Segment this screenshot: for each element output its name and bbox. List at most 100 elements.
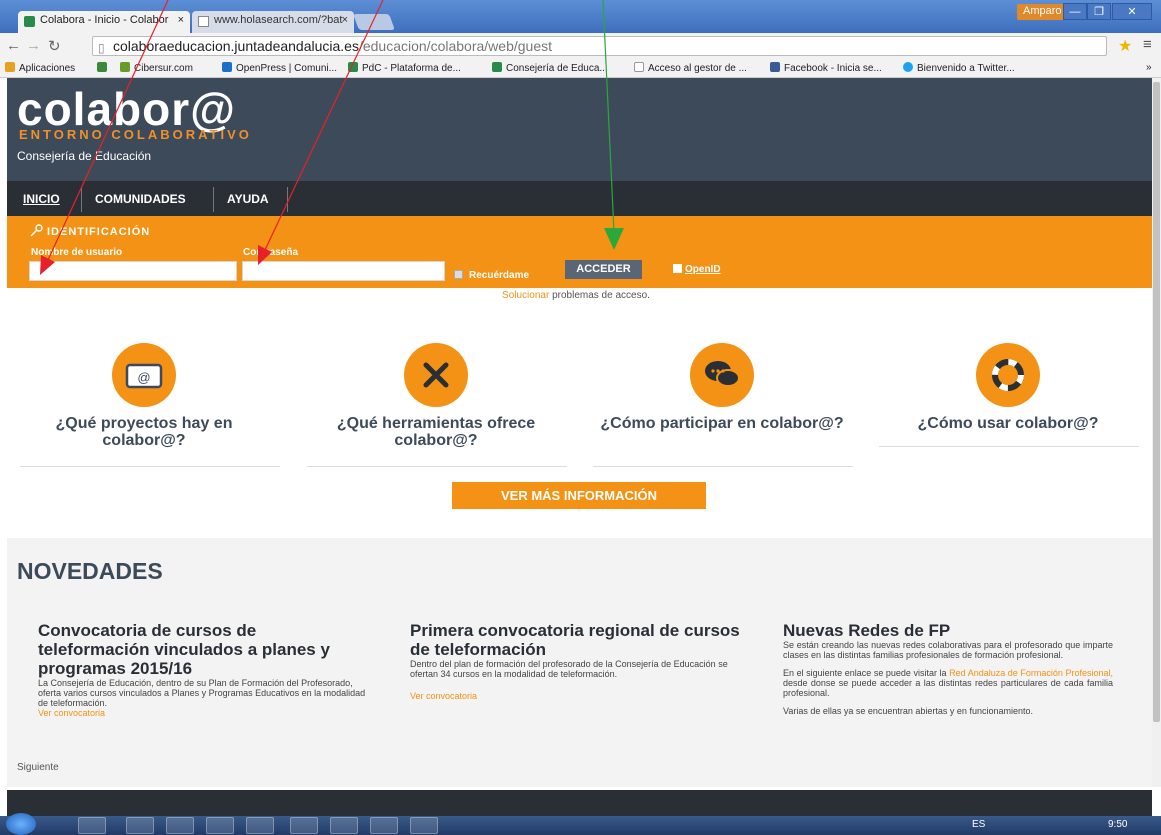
access-help: Solucionar problemas de acceso. bbox=[0, 290, 1152, 301]
new-tab-button[interactable] bbox=[353, 14, 395, 30]
scrollbar-thumb[interactable] bbox=[1153, 82, 1160, 722]
openid-link[interactable]: OpenID bbox=[673, 264, 721, 275]
chrome-taskbar-icon[interactable] bbox=[246, 817, 274, 834]
tab-holasearch[interactable]: www.holasearch.com/?bat × bbox=[192, 11, 354, 33]
profile-button[interactable]: Amparo bbox=[1017, 4, 1068, 20]
news-item: Nuevas Redes de FP Se están creando las … bbox=[783, 621, 1113, 716]
login-button[interactable]: ACCEDER bbox=[565, 260, 642, 279]
url-host: colaboraeducacion.juntadeandalucia.es bbox=[113, 38, 359, 54]
news-item-title[interactable]: Convocatoria de cursos de teleformación … bbox=[38, 621, 368, 678]
login-title: IDENTIFICACIÓN bbox=[47, 226, 151, 238]
browser-titlebar: Colabora - Inicio - Colabor × www.holase… bbox=[0, 0, 1161, 33]
remember-checkbox[interactable] bbox=[454, 270, 463, 279]
firefox-taskbar-icon[interactable] bbox=[206, 817, 234, 834]
twitter-icon bbox=[903, 62, 913, 72]
feature-divider bbox=[20, 466, 280, 467]
start-button[interactable] bbox=[6, 813, 36, 835]
facebook-icon bbox=[770, 62, 780, 72]
feature-title: ¿Cómo participar en colabor@? bbox=[600, 415, 844, 432]
consejeria-label: Consejería de Educación bbox=[17, 149, 152, 163]
news-item-title[interactable]: Nuevas Redes de FP bbox=[783, 621, 1113, 640]
maximize-button[interactable]: ❐ bbox=[1087, 3, 1111, 20]
colabora-favicon-icon bbox=[24, 16, 35, 27]
logo-subtitle: ENTORNO COLABORATIVO bbox=[19, 127, 252, 142]
solucionar-link[interactable]: Solucionar bbox=[502, 290, 549, 301]
lifebuoy-icon bbox=[976, 343, 1040, 407]
news-item: Primera convocatoria regional de cursos … bbox=[410, 621, 740, 701]
media-taskbar-icon[interactable] bbox=[166, 817, 194, 834]
folder-at-icon: @ bbox=[112, 343, 176, 407]
app-taskbar-icon[interactable] bbox=[370, 817, 398, 834]
tab-close-icon[interactable]: × bbox=[178, 14, 184, 26]
bookmarks-bar: Aplicaciones Cibersur.com OpenPress | Co… bbox=[0, 58, 1161, 78]
password-input[interactable] bbox=[242, 261, 445, 281]
nav-divider bbox=[81, 187, 82, 212]
site-header: colabor@ ENTORNO COLABORATIVO Consejería… bbox=[7, 78, 1152, 181]
ie-taskbar-icon[interactable] bbox=[78, 817, 106, 834]
bookmark-favicon-icon bbox=[120, 62, 130, 72]
bookmark-star-icon[interactable]: ★ bbox=[1118, 36, 1132, 56]
feature-participar[interactable]: ¿Cómo participar en colabor@? bbox=[592, 343, 852, 432]
tab-close-icon[interactable]: × bbox=[342, 14, 348, 26]
tab-label: www.holasearch.com/?bat bbox=[214, 14, 343, 26]
tab-colabora[interactable]: Colabora - Inicio - Colabor × bbox=[18, 11, 190, 33]
web-page: colabor@ ENTORNO COLABORATIVO Consejería… bbox=[0, 78, 1152, 787]
feature-title: ¿Cómo usar colabor@? bbox=[917, 415, 1099, 432]
news-item-body: Dentro del plan de formación del profeso… bbox=[410, 659, 728, 679]
next-link[interactable]: Siguiente bbox=[17, 762, 59, 773]
username-input[interactable] bbox=[29, 261, 237, 281]
bookmark-favicon-icon bbox=[222, 62, 232, 72]
windows-taskbar: ES 9:50 bbox=[0, 813, 1161, 835]
minimize-button[interactable]: — bbox=[1063, 3, 1087, 20]
more-info-button[interactable]: VER MÁS INFORMACIÓN bbox=[452, 482, 706, 509]
reload-icon[interactable]: ↻ bbox=[48, 37, 61, 55]
forward-arrow-icon[interactable]: → bbox=[26, 37, 41, 54]
bookmark-favicon-icon bbox=[97, 62, 107, 72]
bookmark-consejeria[interactable]: Consejería de Educa... bbox=[492, 62, 608, 74]
bookmark-icon-only[interactable] bbox=[97, 62, 111, 74]
red-fp-link[interactable]: Red Andaluza de Formación Profesional, bbox=[949, 668, 1113, 678]
news-item: Convocatoria de cursos de teleformación … bbox=[38, 621, 368, 718]
app-taskbar-icon[interactable] bbox=[330, 817, 358, 834]
news-title: NOVEDADES bbox=[17, 558, 163, 584]
pdf-taskbar-icon[interactable] bbox=[410, 817, 438, 834]
bookmark-twitter[interactable]: Bienvenido a Twitter... bbox=[903, 62, 1015, 74]
bookmark-apps[interactable]: Aplicaciones bbox=[5, 62, 75, 74]
bookmark-favicon-icon bbox=[348, 62, 358, 72]
app-taskbar-icon[interactable] bbox=[290, 817, 318, 834]
bookmark-favicon-icon bbox=[492, 62, 502, 72]
bookmark-cibersur[interactable]: Cibersur.com bbox=[120, 62, 193, 74]
nav-comunidades[interactable]: COMUNIDADES bbox=[95, 192, 186, 206]
chrome-menu-icon[interactable]: ≡ bbox=[1143, 36, 1152, 53]
chat-icon bbox=[690, 343, 754, 407]
explorer-taskbar-icon[interactable] bbox=[126, 817, 154, 834]
nav-ayuda[interactable]: AYUDA bbox=[227, 192, 269, 206]
url-path: /educacion/colabora/web/guest bbox=[358, 38, 552, 54]
bookmark-facebook[interactable]: Facebook - Inicia se... bbox=[770, 62, 882, 74]
nav-divider bbox=[213, 187, 214, 212]
nav-divider bbox=[287, 187, 288, 212]
news-item-title[interactable]: Primera convocatoria regional de cursos … bbox=[410, 621, 740, 659]
back-arrow-icon[interactable]: ← bbox=[6, 37, 21, 54]
news-item-body: Varias de ellas ya se encuentran abierta… bbox=[783, 706, 1033, 716]
bookmark-openpress[interactable]: OpenPress | Comuni... bbox=[222, 62, 337, 74]
bookmark-gestor[interactable]: Acceso al gestor de ... bbox=[634, 62, 747, 74]
close-window-button[interactable]: ✕ bbox=[1112, 3, 1152, 20]
clock[interactable]: 9:50 bbox=[1108, 819, 1127, 830]
news-item-body: En el siguiente enlace se puede visitar … bbox=[783, 668, 1113, 698]
access-help-text: problemas de acceso. bbox=[549, 290, 650, 301]
page-icon bbox=[634, 62, 644, 72]
tools-icon bbox=[404, 343, 468, 407]
bookmarks-overflow-button[interactable]: » bbox=[1146, 62, 1152, 73]
feature-herramientas[interactable]: ¿Qué herramientas ofrece colabor@? bbox=[306, 343, 566, 449]
news-item-body: La Consejería de Educación, dentro de su… bbox=[38, 678, 366, 708]
bookmark-pdc[interactable]: PdC - Plataforma de... bbox=[348, 62, 461, 74]
news-item-link[interactable]: Ver convocatoria bbox=[410, 691, 740, 701]
news-item-link[interactable]: Ver convocatoria bbox=[38, 708, 368, 718]
language-indicator[interactable]: ES bbox=[972, 819, 985, 830]
url-input[interactable]: ▯ colaboraeducacion.juntadeandalucia.es/… bbox=[92, 36, 1107, 56]
feature-usar[interactable]: ¿Cómo usar colabor@? bbox=[878, 343, 1138, 432]
nav-inicio[interactable]: INICIO bbox=[23, 192, 60, 206]
feature-proyectos[interactable]: @ ¿Qué proyectos hay en colabor@? bbox=[14, 343, 274, 449]
page-favicon-icon bbox=[198, 16, 209, 27]
